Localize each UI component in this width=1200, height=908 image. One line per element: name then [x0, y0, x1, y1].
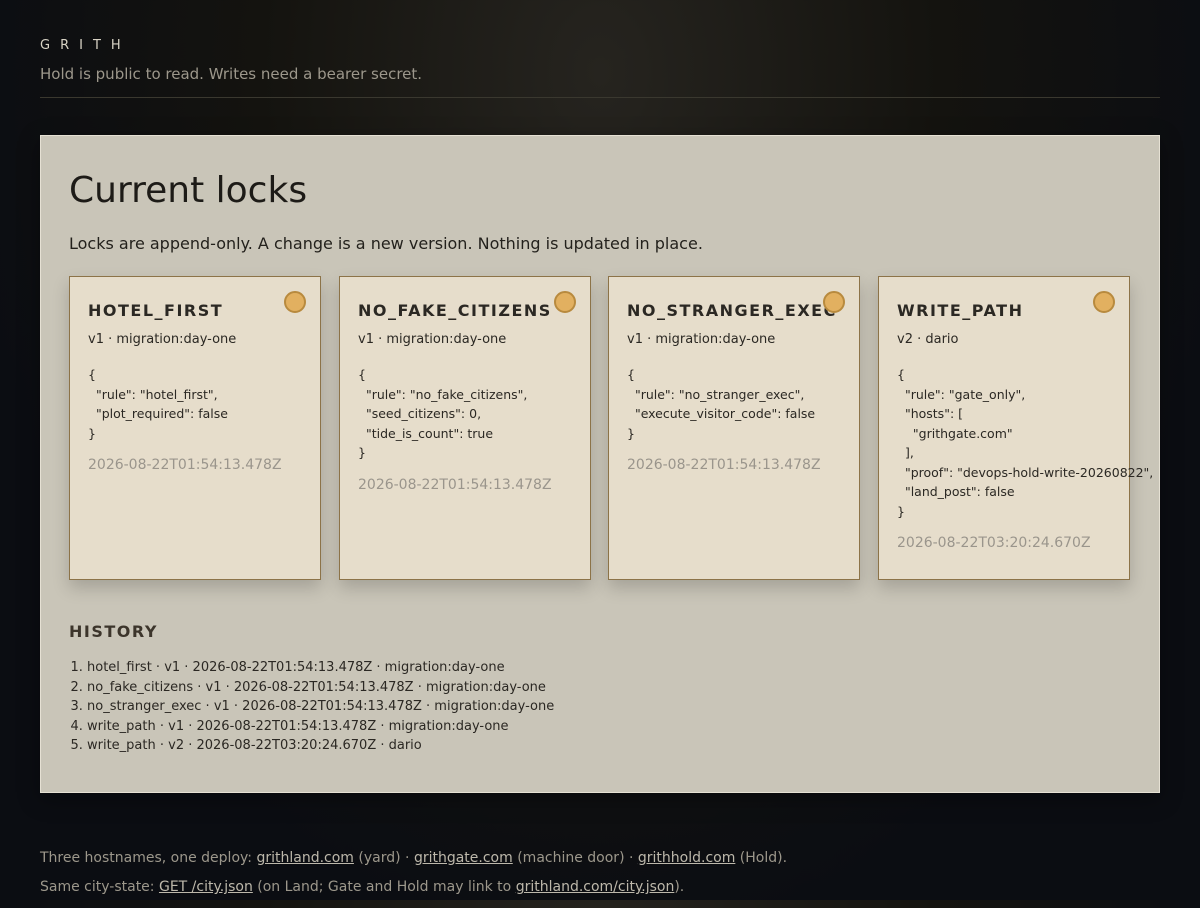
history-entry: hotel_first · v1 · 2026-08-22T01:54:13.4…	[87, 658, 554, 678]
lock-name: NO_FAKE_CITIZENS	[358, 301, 552, 320]
lock-timestamp: 2026-08-22T01:54:13.478Z	[358, 476, 552, 493]
lock-meta: v1 · migration:day-one	[358, 332, 507, 347]
grithgate-link[interactable]: grithgate.com	[414, 850, 513, 866]
header-divider	[40, 97, 1160, 98]
grithhold-link[interactable]: grithhold.com	[638, 850, 735, 866]
lock-card-no-fake-citizens: NO_FAKE_CITIZENS v1 · migration:day-one …	[339, 276, 591, 580]
hostnames-line: Three hostnames, one deploy: grithland.c…	[40, 850, 787, 866]
city-json-url-link[interactable]: grithland.com/city.json	[516, 879, 675, 895]
lock-json: { "rule": "gate_only", "hosts": [ "grith…	[897, 367, 1154, 519]
history-entry: write_path · v1 · 2026-08-22T01:54:13.47…	[87, 717, 554, 737]
gate-note: (machine door) ·	[512, 850, 638, 866]
panel-description: Locks are append-only. A change is a new…	[69, 234, 703, 253]
current-locks-panel: Current locks Locks are append-only. A c…	[40, 135, 1160, 793]
history-entry: write_path · v2 · 2026-08-22T03:20:24.67…	[87, 736, 554, 756]
lock-meta: v1 · migration:day-one	[88, 332, 237, 347]
pin-icon	[1093, 291, 1115, 313]
history-list: hotel_first · v1 · 2026-08-22T01:54:13.4…	[69, 658, 554, 756]
city-note: (on Land; Gate and Hold may link to	[252, 879, 516, 895]
pin-icon	[284, 291, 306, 313]
history-heading: HISTORY	[69, 622, 158, 641]
city-json-link[interactable]: GET /city.json	[159, 879, 253, 895]
lock-json: { "rule": "hotel_first", "plot_required"…	[88, 367, 228, 441]
lock-card-write-path: WRITE_PATH v2 · dario { "rule": "gate_on…	[878, 276, 1154, 580]
grithland-link[interactable]: grithland.com	[256, 850, 353, 866]
lock-name: NO_STRANGER_EXEC	[627, 301, 837, 320]
history-entry: no_stranger_exec · v1 · 2026-08-22T01:54…	[87, 697, 554, 717]
lock-json: { "rule": "no_stranger_exec", "execute_v…	[627, 367, 816, 441]
lock-timestamp: 2026-08-22T01:54:13.478Z	[627, 457, 821, 473]
history-entry: no_fake_citizens · v1 · 2026-08-22T01:54…	[87, 678, 554, 698]
brand-wordmark: GRITH	[40, 38, 131, 53]
city-suffix: ).	[674, 879, 685, 895]
lock-timestamp: 2026-08-22T03:20:24.670Z	[897, 535, 1091, 551]
pin-icon	[554, 291, 576, 313]
lock-meta: v2 · dario	[897, 332, 959, 347]
lock-name: HOTEL_FIRST	[88, 301, 224, 320]
lock-card-hotel-first: HOTEL_FIRST v1 · migration:day-one { "ru…	[69, 276, 321, 580]
lock-timestamp: 2026-08-22T01:54:13.478Z	[88, 457, 282, 473]
pin-icon	[823, 291, 845, 313]
lock-meta: v1 · migration:day-one	[627, 332, 776, 347]
hostnames-prefix: Three hostnames, one deploy:	[40, 850, 257, 866]
page-header: GRITH Hold is public to read. Writes nee…	[40, 0, 1160, 98]
lock-json: { "rule": "no_fake_citizens", "seed_citi…	[358, 367, 528, 460]
tagline: Hold is public to read. Writes need a be…	[40, 65, 423, 83]
city-state-line: Same city-state: GET /city.json (on Land…	[40, 879, 787, 895]
hold-note: (Hold).	[735, 850, 788, 866]
land-note: (yard) ·	[353, 850, 414, 866]
page-title: Current locks	[69, 170, 308, 211]
lock-card-no-stranger-exec: NO_STRANGER_EXEC v1 · migration:day-one …	[608, 276, 860, 580]
city-state-prefix: Same city-state:	[40, 879, 159, 895]
lock-name: WRITE_PATH	[897, 301, 1024, 320]
page-footer: Three hostnames, one deploy: grithland.c…	[40, 850, 787, 908]
